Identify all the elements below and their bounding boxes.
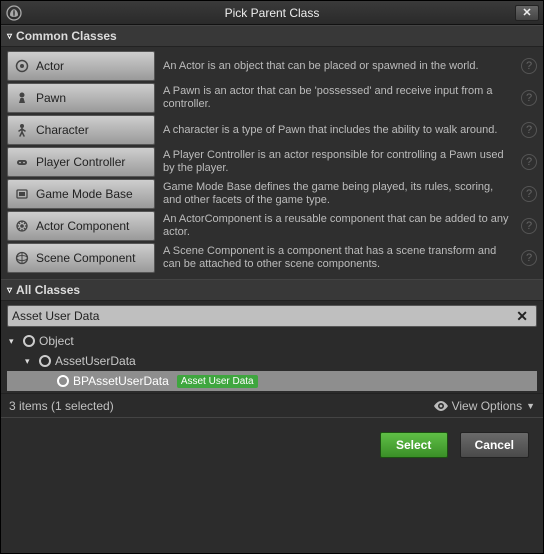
- gamemodebase-icon: [14, 186, 30, 202]
- actorcomponent-icon: [14, 218, 30, 234]
- help-button[interactable]: ?: [521, 154, 537, 170]
- eye-icon: [434, 401, 448, 411]
- all-classes-body: ✕ ▾ Object ▾ AssetUserData BPAssetUserData As…: [1, 301, 543, 393]
- class-button-scenecomponent[interactable]: Scene Component: [7, 243, 155, 273]
- close-button[interactable]: ✕: [515, 5, 539, 21]
- help-button[interactable]: ?: [521, 90, 537, 106]
- tree-expander-icon[interactable]: ▾: [9, 336, 19, 347]
- tree-row[interactable]: BPAssetUserData Asset User Data: [7, 371, 537, 391]
- tree-expander-icon[interactable]: ▾: [25, 356, 35, 367]
- class-search-field[interactable]: ✕: [7, 305, 537, 327]
- unreal-logo-icon: [5, 4, 23, 22]
- class-button-pawn[interactable]: Pawn: [7, 83, 155, 113]
- common-class-row-actorcomponent: Actor Component An ActorComponent is a re…: [7, 211, 537, 241]
- class-search-input[interactable]: [12, 309, 512, 323]
- help-button[interactable]: ?: [521, 58, 537, 74]
- class-node-icon: [39, 355, 51, 367]
- question-icon: ?: [526, 92, 532, 104]
- close-icon: ✕: [516, 308, 528, 324]
- question-icon: ?: [526, 220, 532, 232]
- select-button-label: Select: [396, 438, 431, 452]
- class-button-label: Scene Component: [36, 251, 135, 265]
- class-button-character[interactable]: Character: [7, 115, 155, 145]
- question-icon: ?: [526, 156, 532, 168]
- tree-row-label: AssetUserData: [55, 354, 136, 368]
- common-class-row-character: Character A character is a type of Pawn t…: [7, 115, 537, 145]
- actor-icon: [14, 58, 30, 74]
- question-icon: ?: [526, 252, 532, 264]
- status-bar: 3 items (1 selected) View Options ▼: [1, 393, 543, 417]
- tree-row-label: BPAssetUserData: [73, 374, 169, 388]
- close-icon: ✕: [522, 6, 531, 19]
- common-class-row-playercontroller: Player Controller A Player Controller is …: [7, 147, 537, 177]
- section-header-all[interactable]: ▿ All Classes: [1, 279, 543, 301]
- tree-row[interactable]: ▾ AssetUserData: [7, 351, 537, 371]
- class-node-icon: [23, 335, 35, 347]
- class-button-label: Actor: [36, 59, 64, 73]
- view-options-label: View Options: [452, 399, 522, 413]
- class-button-label: Player Controller: [36, 155, 125, 169]
- class-description: Game Mode Base defines the game being pl…: [163, 181, 513, 207]
- class-button-playercontroller[interactable]: Player Controller: [7, 147, 155, 177]
- scenecomponent-icon: [14, 250, 30, 266]
- select-button[interactable]: Select: [380, 432, 448, 458]
- common-class-row-pawn: Pawn A Pawn is an actor that can be 'poss…: [7, 83, 537, 113]
- class-description: A character is a type of Pawn that inclu…: [163, 124, 513, 137]
- help-button[interactable]: ?: [521, 250, 537, 266]
- character-icon: [14, 122, 30, 138]
- class-tree: ▾ Object ▾ AssetUserData BPAssetUserData Asse…: [7, 331, 537, 391]
- dialog-title: Pick Parent Class: [29, 6, 515, 20]
- class-button-actorcomponent[interactable]: Actor Component: [7, 211, 155, 241]
- class-description: A Player Controller is an actor responsi…: [163, 149, 513, 175]
- help-button[interactable]: ?: [521, 122, 537, 138]
- common-classes-list: Actor An Actor is an object that can be p…: [1, 47, 543, 279]
- native-class-badge: Asset User Data: [177, 375, 258, 388]
- class-button-gamemodebase[interactable]: Game Mode Base: [7, 179, 155, 209]
- class-description: An Actor is an object that can be placed…: [163, 60, 513, 73]
- titlebar: Pick Parent Class ✕: [1, 1, 543, 25]
- class-description: A Pawn is an actor that can be 'possesse…: [163, 85, 513, 111]
- help-button[interactable]: ?: [521, 218, 537, 234]
- common-class-row-actor: Actor An Actor is an object that can be p…: [7, 51, 537, 81]
- question-icon: ?: [526, 188, 532, 200]
- cancel-button-label: Cancel: [475, 438, 514, 452]
- class-button-label: Actor Component: [36, 219, 129, 233]
- common-class-row-scenecomponent: Scene Component A Scene Component is a co…: [7, 243, 537, 273]
- help-button[interactable]: ?: [521, 186, 537, 202]
- class-description: A Scene Component is a component that ha…: [163, 245, 513, 271]
- section-title-all: All Classes: [16, 283, 80, 297]
- tree-row[interactable]: ▾ Object: [7, 331, 537, 351]
- class-button-actor[interactable]: Actor: [7, 51, 155, 81]
- class-button-label: Character: [36, 123, 89, 137]
- class-node-icon: [57, 375, 69, 387]
- chevron-down-icon: ▼: [526, 401, 535, 411]
- status-text: 3 items (1 selected): [9, 399, 114, 413]
- class-description: An ActorComponent is a reusable componen…: [163, 213, 513, 239]
- section-title-common: Common Classes: [16, 29, 117, 43]
- collapse-icon: ▿: [7, 31, 12, 42]
- clear-search-button[interactable]: ✕: [512, 308, 532, 325]
- class-button-label: Pawn: [36, 91, 66, 105]
- collapse-icon: ▿: [7, 285, 12, 296]
- pick-parent-class-dialog: Pick Parent Class ✕ ▿ Common Classes Act…: [0, 0, 544, 554]
- playercontroller-icon: [14, 154, 30, 170]
- class-button-label: Game Mode Base: [36, 187, 133, 201]
- view-options-button[interactable]: View Options ▼: [434, 399, 535, 413]
- cancel-button[interactable]: Cancel: [460, 432, 529, 458]
- pawn-icon: [14, 90, 30, 106]
- common-class-row-gamemodebase: Game Mode Base Game Mode Base defines the…: [7, 179, 537, 209]
- section-header-common[interactable]: ▿ Common Classes: [1, 25, 543, 47]
- tree-row-label: Object: [39, 334, 74, 348]
- question-icon: ?: [526, 124, 532, 136]
- question-icon: ?: [526, 60, 532, 72]
- dialog-footer: Select Cancel: [1, 417, 543, 553]
